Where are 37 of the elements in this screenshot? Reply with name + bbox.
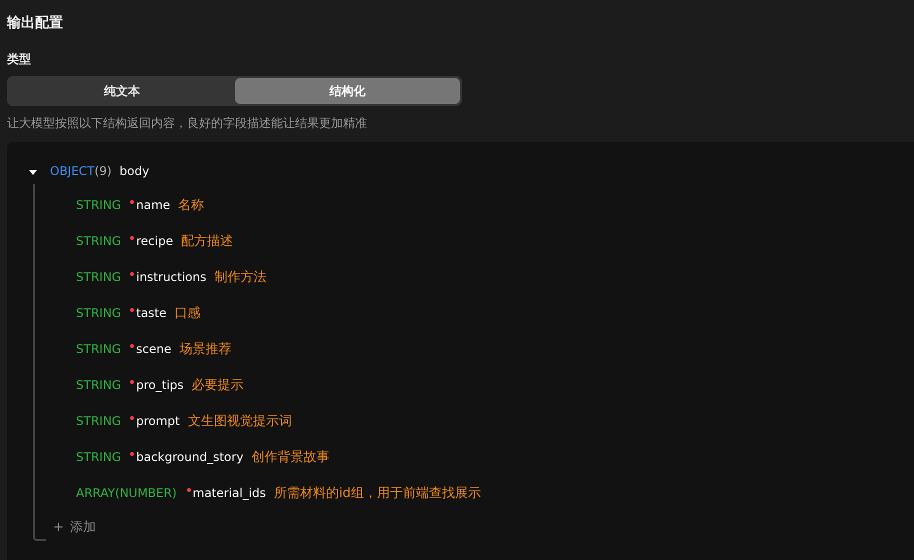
field-description: 口感 [174, 305, 201, 322]
field-name: taste [136, 306, 167, 320]
type-label: 类型 [7, 51, 32, 68]
field-type: ARRAY(NUMBER) [76, 486, 177, 500]
type-option[interactable]: 纯文本 [9, 78, 234, 104]
field-name: instructions [136, 270, 206, 284]
field-description: 创作背景故事 [251, 449, 330, 466]
caret-icon[interactable] [29, 170, 37, 174]
field-type: STRING [76, 198, 122, 212]
field-type: STRING [76, 414, 122, 428]
field-name: recipe [136, 234, 174, 248]
field-type: STRING [76, 378, 122, 392]
field-name: background_story [136, 450, 244, 464]
field-type: STRING [76, 234, 122, 248]
field-description: 文生图视觉提示词 [188, 413, 292, 430]
field-description: 所需材料的id组，用于前端查找展示 [274, 485, 481, 502]
field-description: 场景推荐 [179, 341, 232, 358]
section-title: 输出配置 [7, 14, 64, 33]
field-name: material_ids [192, 486, 266, 500]
field-name: prompt [136, 414, 180, 428]
field-description: 必要提示 [192, 377, 244, 394]
field-type: STRING [76, 342, 122, 356]
field-type: STRING [76, 306, 122, 320]
field-type: OBJECT [50, 164, 95, 178]
field-type: STRING [76, 270, 122, 284]
field-name: body [120, 164, 150, 178]
type-option[interactable]: 结构化 [234, 78, 460, 104]
field-description: 配方描述 [181, 233, 234, 250]
field-description: 制作方法 [214, 269, 266, 286]
field-count: (9) [94, 164, 112, 178]
hint-text: 让大模型按照以下结构返回内容，良好的字段描述能让结果更加精准 [7, 115, 368, 132]
add-field-button[interactable]: + 添加 [53, 518, 96, 536]
field-type: STRING [76, 450, 122, 464]
field-description: 名称 [178, 197, 204, 214]
field-name: name [136, 198, 170, 212]
field-name: pro_tips [136, 378, 184, 392]
field-name: scene [136, 342, 172, 356]
